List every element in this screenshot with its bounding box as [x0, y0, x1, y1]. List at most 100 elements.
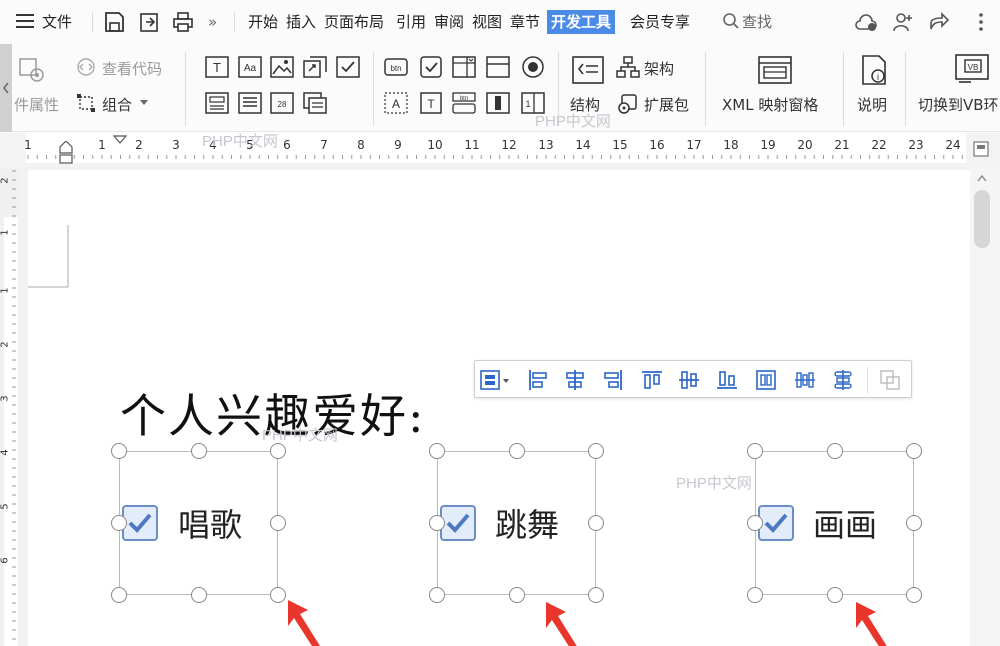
- label-control-icon[interactable]: A: [384, 92, 408, 114]
- description-button[interactable]: 说明: [857, 94, 887, 115]
- view-code-button[interactable]: 查看代码: [102, 58, 162, 79]
- button-control-icon[interactable]: btn: [384, 56, 408, 78]
- resize-handle[interactable]: [747, 515, 763, 531]
- more-icon[interactable]: »: [208, 10, 217, 34]
- switch-vb-icon[interactable]: VB: [955, 54, 989, 86]
- legacy-frame-icon[interactable]: [486, 56, 510, 78]
- ruler-toggle-icon[interactable]: [973, 141, 989, 157]
- tab-page-layout[interactable]: 页面布局: [324, 10, 384, 34]
- switch-vb-button[interactable]: 切换到VB环: [918, 94, 999, 115]
- resize-handle[interactable]: [190, 443, 207, 459]
- scroll-up-icon[interactable]: [977, 174, 987, 182]
- chevron-down-icon[interactable]: [140, 100, 148, 106]
- resize-handle[interactable]: [111, 587, 127, 603]
- horizontal-ruler[interactable]: 1 1 2 3 4 5 6 7 8 9 10 11 12 13 14 15 16 17 18 19 20 21 22 23 24: [0, 133, 1000, 167]
- align-bottom-icon[interactable]: [716, 369, 738, 391]
- resize-handle[interactable]: [190, 587, 207, 603]
- checkbox-painting[interactable]: [758, 505, 794, 541]
- left-indent-marker[interactable]: [58, 141, 74, 167]
- align-left-icon[interactable]: [527, 369, 549, 391]
- search-icon[interactable]: [722, 12, 740, 30]
- rich-text-control-icon[interactable]: T: [205, 56, 229, 78]
- plain-text-control-icon[interactable]: Aa: [238, 56, 262, 78]
- toggle-button-icon[interactable]: [486, 92, 510, 114]
- repeating-section-icon[interactable]: [303, 92, 327, 114]
- tab-member[interactable]: 会员专享: [630, 10, 690, 34]
- share-icon[interactable]: [928, 11, 950, 33]
- legacy-checkbox-icon[interactable]: [419, 56, 443, 78]
- distribute-vertical-icon[interactable]: [832, 369, 854, 391]
- align-center-icon[interactable]: [564, 369, 586, 391]
- search-button[interactable]: 查找: [742, 10, 772, 34]
- tab-developer-tools[interactable]: 开发工具: [547, 10, 616, 34]
- date-picker-control-icon[interactable]: 28: [270, 92, 294, 114]
- legacy-combo-icon[interactable]: [452, 56, 476, 78]
- add-user-icon[interactable]: [892, 11, 914, 33]
- resize-handle[interactable]: [906, 443, 922, 459]
- distribute-columns-icon[interactable]: [794, 369, 816, 391]
- building-block-icon[interactable]: [303, 56, 327, 78]
- control-properties-button[interactable]: 件属性: [14, 94, 59, 115]
- tab-view[interactable]: 视图: [472, 10, 502, 34]
- resize-handle[interactable]: [111, 515, 127, 531]
- xml-mapping-icon[interactable]: [758, 56, 792, 84]
- export-icon[interactable]: [138, 11, 160, 33]
- resize-handle[interactable]: [906, 587, 922, 603]
- resize-handle[interactable]: [826, 443, 843, 459]
- resize-handle[interactable]: [588, 443, 604, 459]
- resize-handle[interactable]: [508, 443, 525, 459]
- command-button-icon[interactable]: btn: [452, 92, 476, 114]
- file-menu[interactable]: 文件: [42, 10, 72, 34]
- save-icon[interactable]: [103, 11, 125, 33]
- group-button[interactable]: 组合: [102, 94, 132, 115]
- resize-handle[interactable]: [270, 443, 286, 459]
- menu-icon[interactable]: [16, 13, 34, 29]
- resize-handle[interactable]: [747, 443, 763, 459]
- resize-handle[interactable]: [429, 515, 445, 531]
- tab-references[interactable]: 引用: [396, 10, 426, 34]
- tab-section[interactable]: 章节: [510, 10, 540, 34]
- tab-home[interactable]: 开始: [248, 10, 278, 34]
- structure-icon[interactable]: [572, 56, 604, 84]
- tab-review[interactable]: 审阅: [434, 10, 464, 34]
- schema-icon[interactable]: [616, 56, 640, 78]
- dropdown-list-control-icon[interactable]: [238, 92, 262, 114]
- scrollbar-thumb[interactable]: [974, 190, 990, 248]
- print-icon[interactable]: [172, 11, 194, 33]
- tab-insert[interactable]: 插入: [286, 10, 316, 34]
- chevron-left-icon[interactable]: [2, 82, 10, 94]
- text-box-control-icon[interactable]: T: [419, 92, 443, 114]
- option-button-icon[interactable]: [521, 55, 545, 79]
- picture-control-icon[interactable]: [270, 56, 294, 78]
- resize-handle[interactable]: [270, 515, 286, 531]
- schema-button[interactable]: 架构: [644, 58, 674, 79]
- control-properties-icon[interactable]: [18, 56, 46, 84]
- align-top-icon[interactable]: [641, 369, 663, 391]
- first-line-indent-marker[interactable]: [113, 135, 127, 145]
- resize-handle[interactable]: [429, 587, 445, 603]
- expansion-pack-icon[interactable]: [616, 92, 640, 114]
- vertical-ruler[interactable]: 2 1 1 2 3 4 5 6: [0, 167, 18, 646]
- combo-box-control-icon[interactable]: [205, 92, 229, 114]
- cloud-icon[interactable]: [854, 11, 878, 33]
- resize-handle[interactable]: [429, 443, 445, 459]
- align-options-icon[interactable]: [479, 369, 511, 391]
- resize-handle[interactable]: [588, 587, 604, 603]
- resize-handle[interactable]: [906, 515, 922, 531]
- align-right-icon[interactable]: [602, 369, 624, 391]
- group-icon[interactable]: [76, 93, 96, 113]
- more-options-icon[interactable]: [978, 12, 984, 32]
- group-objects-icon[interactable]: [879, 369, 901, 391]
- resize-handle[interactable]: [111, 443, 127, 459]
- checkbox-singing[interactable]: [122, 505, 158, 541]
- resize-handle[interactable]: [588, 515, 604, 531]
- resize-handle[interactable]: [826, 587, 843, 603]
- align-middle-icon[interactable]: [678, 369, 700, 391]
- checkbox-dancing[interactable]: [440, 505, 476, 541]
- view-code-icon[interactable]: [76, 57, 96, 77]
- checkbox-control-icon[interactable]: [336, 56, 360, 78]
- description-icon[interactable]: i: [860, 54, 890, 86]
- xml-mapping-button[interactable]: XML 映射窗格: [722, 94, 818, 115]
- resize-handle[interactable]: [508, 587, 525, 603]
- resize-handle[interactable]: [747, 587, 763, 603]
